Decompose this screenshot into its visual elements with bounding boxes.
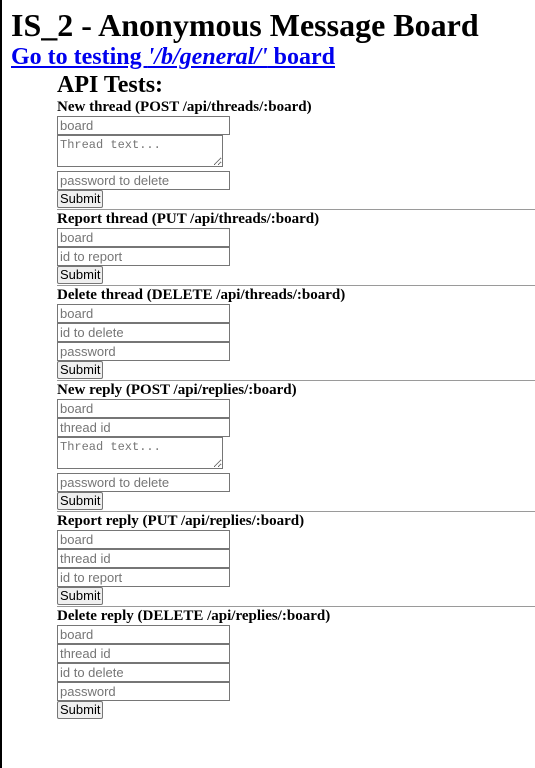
delete-reply-title: Delete reply (DELETE /api/replies/:board… [57, 608, 331, 624]
report-reply-id-input[interactable] [57, 568, 230, 587]
delete-thread-board-input[interactable] [57, 304, 230, 323]
delete-reply-submit-button[interactable]: Submit [57, 701, 104, 719]
new-thread-form: New thread (POST /api/threads/:board) Su… [57, 98, 535, 208]
board-link-board: '/b/general/' [147, 44, 268, 70]
delete-thread-form: Delete thread (DELETE /api/threads/:boar… [57, 286, 535, 379]
new-thread-title: New thread (POST /api/threads/:board) [57, 99, 312, 115]
delete-reply-thread-id-input[interactable] [57, 644, 230, 663]
board-link-suffix: board [267, 44, 336, 70]
delete-thread-id-input[interactable] [57, 323, 230, 342]
left-border [0, 0, 2, 768]
api-tests: API Tests: New thread (POST /api/threads… [57, 72, 535, 719]
report-thread-title: Report thread (PUT /api/threads/:board) [57, 211, 320, 227]
page-header: IS_2 - Anonymous Message Board Go to tes… [11, 6, 531, 70]
general-board-link[interactable]: Go to testing '/b/general/' board [11, 44, 531, 70]
delete-reply-id-input[interactable] [57, 663, 230, 682]
delete-thread-submit-button[interactable]: Submit [57, 361, 104, 379]
delete-thread-password-input[interactable] [57, 342, 230, 361]
report-thread-board-input[interactable] [57, 228, 230, 247]
new-reply-thread-id-input[interactable] [57, 418, 230, 437]
delete-reply-board-input[interactable] [57, 625, 230, 644]
report-reply-form: Report reply (PUT /api/replies/:board) S… [57, 512, 535, 605]
delete-reply-password-input[interactable] [57, 682, 230, 701]
page-title: IS_2 - Anonymous Message Board [11, 7, 479, 43]
report-thread-id-input[interactable] [57, 247, 230, 266]
report-reply-thread-id-input[interactable] [57, 549, 230, 568]
new-thread-text-input[interactable] [57, 135, 223, 167]
new-thread-submit-button[interactable]: Submit [57, 190, 104, 208]
new-reply-board-input[interactable] [57, 399, 230, 418]
new-reply-title: New reply (POST /api/replies/:board) [57, 382, 297, 398]
board-link-prefix: Go to testing [11, 44, 148, 70]
new-reply-text-input[interactable] [57, 437, 223, 469]
report-thread-form: Report thread (PUT /api/threads/:board) … [57, 210, 535, 284]
report-reply-submit-button[interactable]: Submit [57, 587, 104, 605]
report-reply-title: Report reply (PUT /api/replies/:board) [57, 513, 305, 529]
delete-thread-title: Delete thread (DELETE /api/threads/:boar… [57, 287, 346, 303]
new-thread-password-input[interactable] [57, 171, 230, 190]
new-reply-form: New reply (POST /api/replies/:board) Sub… [57, 381, 535, 510]
new-reply-submit-button[interactable]: Submit [57, 492, 104, 510]
delete-reply-form: Delete reply (DELETE /api/replies/:board… [57, 607, 535, 719]
api-tests-title: API Tests: [57, 72, 164, 98]
new-thread-board-input[interactable] [57, 116, 230, 135]
report-reply-board-input[interactable] [57, 530, 230, 549]
report-thread-submit-button[interactable]: Submit [57, 266, 104, 284]
new-reply-password-input[interactable] [57, 473, 230, 492]
